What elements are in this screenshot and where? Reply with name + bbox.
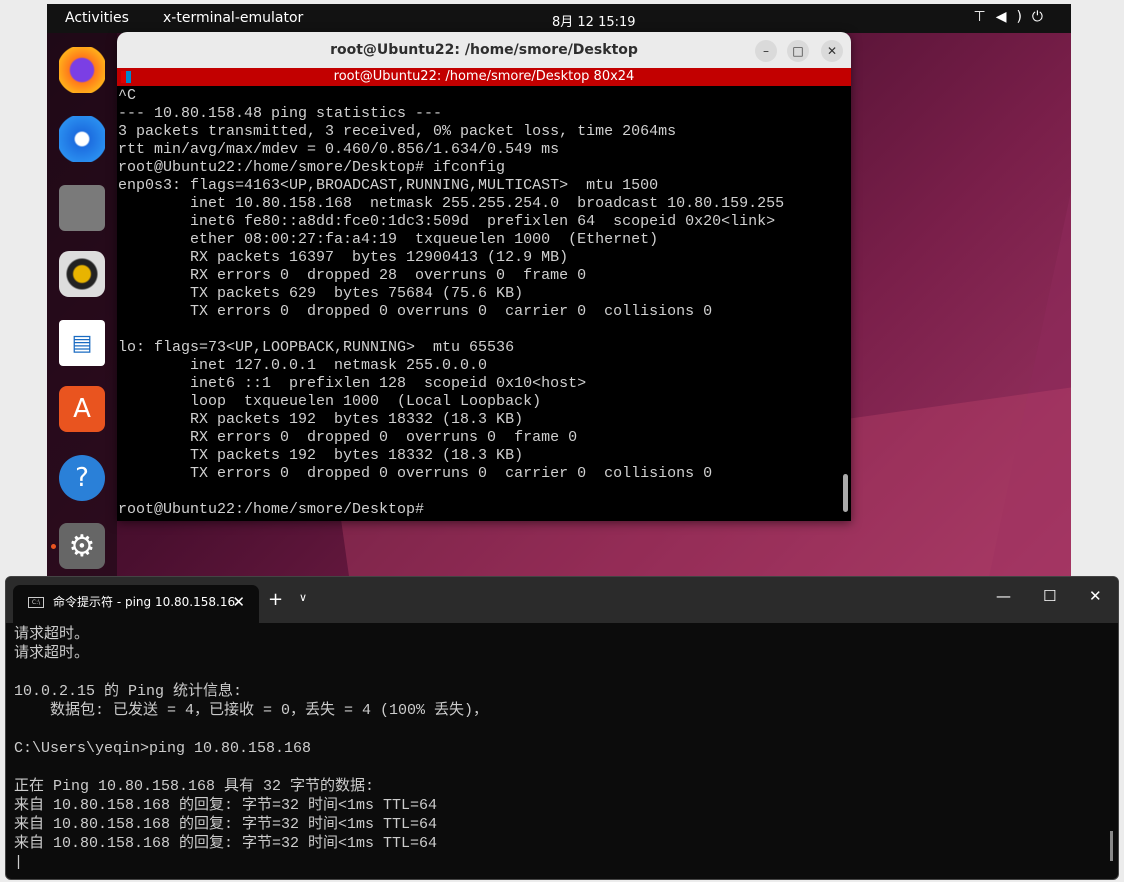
output-line: 来自 10.80.158.168 的回复: 字节=32 时间<1ms TTL=6… <box>14 797 438 814</box>
writer-icon[interactable]: ▤ <box>59 320 105 366</box>
output-line: 正在 Ping 10.80.158.168 具有 32 字节的数据: <box>14 778 375 795</box>
activities-button[interactable]: Activities <box>65 10 129 26</box>
dock: ▤ A ? ⚙ <box>47 33 117 578</box>
close-button[interactable]: ✕ <box>1089 587 1102 605</box>
terminal-output[interactable]: ^C --- 10.80.158.48 ping statistics --- 3 … <box>117 86 851 519</box>
output-line: ^C <box>118 87 137 104</box>
output-line: 数据包: 已发送 = 4，已接收 = 0，丢失 = 4 (100% 丢失)， <box>14 702 489 719</box>
output-line: root@Ubuntu22:/home/smore/Desktop# <box>118 501 425 518</box>
output-line: RX packets 192 bytes 18332 (18.3 KB) <box>118 411 524 428</box>
scrollbar[interactable] <box>843 474 848 512</box>
clock[interactable]: 8月 12 15:19 <box>552 11 636 30</box>
app-menu[interactable]: x-terminal-emulator <box>163 10 303 26</box>
close-button[interactable]: ✕ <box>821 40 843 62</box>
output-line: | <box>14 854 24 871</box>
xterm-titlebar: root@Ubuntu22: /home/smore/Desktop 80x24 <box>117 68 851 86</box>
settings-icon[interactable]: ⚙ <box>59 523 105 569</box>
output-line: root@Ubuntu22:/home/smore/Desktop# ifcon… <box>118 159 506 176</box>
output-line: 请求超时。 <box>14 626 90 643</box>
help-icon[interactable]: ? <box>59 455 105 501</box>
top-bar: Activities x-terminal-emulator 8月 12 15:… <box>47 4 1071 33</box>
dropdown-button[interactable]: ∨ <box>299 591 307 604</box>
output-line: lo: flags=73<UP,LOOPBACK,RUNNING> mtu 65… <box>118 339 515 356</box>
minimize-button[interactable]: – <box>755 40 777 62</box>
output-line: ether 08:00:27:fa:a4:19 txqueuelen 1000 … <box>118 231 659 248</box>
app-center-icon[interactable]: A <box>59 386 105 432</box>
minimize-button[interactable]: — <box>996 587 1011 605</box>
output-line: 来自 10.80.158.168 的回复: 字节=32 时间<1ms TTL=6… <box>14 816 438 833</box>
tab-title: 命令提示符 - ping 10.80.158.16 <box>53 595 236 609</box>
output-line: inet6 ::1 prefixlen 128 scopeid 0x10<hos… <box>118 375 587 392</box>
xterm-icon <box>121 71 131 83</box>
maximize-button[interactable]: ☐ <box>1043 587 1056 605</box>
terminal-titlebar[interactable]: root@Ubuntu22: /home/smore/Desktop – □ ✕ <box>117 32 851 68</box>
xterm-title: root@Ubuntu22: /home/smore/Desktop 80x24 <box>333 69 635 84</box>
output-line: RX errors 0 dropped 28 overruns 0 frame … <box>118 267 587 284</box>
new-tab-button[interactable]: + <box>268 589 283 610</box>
output-line: loop txqueuelen 1000 (Local Loopback) <box>118 393 542 410</box>
tab-cmd[interactable]: C:\ 命令提示符 - ping 10.80.158.16 ✕ <box>13 585 259 623</box>
output-line: RX packets 16397 bytes 12900413 (12.9 MB… <box>118 249 569 266</box>
output-line: inet6 fe80::a8dd:fce0:1dc3:509d prefixle… <box>118 213 776 230</box>
system-tray[interactable]: ⊤◀)⏻ <box>974 9 1054 25</box>
output-line: inet 127.0.0.1 netmask 255.0.0.0 <box>118 357 488 374</box>
firefox-icon[interactable] <box>59 47 105 93</box>
rhythmbox-icon[interactable] <box>59 251 105 297</box>
output-line: 3 packets transmitted, 3 received, 0% pa… <box>118 123 677 140</box>
output-line: 10.0.2.15 的 Ping 统计信息: <box>14 683 243 700</box>
close-tab-icon[interactable]: ✕ <box>232 585 245 619</box>
output-line: TX errors 0 dropped 0 overruns 0 carrier… <box>118 303 713 320</box>
output-line: C:\Users\yeqin>ping 10.80.158.168 <box>14 740 312 757</box>
thunderbird-icon[interactable] <box>59 116 105 162</box>
cmd-icon: C:\ <box>28 597 44 608</box>
terminal-window[interactable]: root@Ubuntu22: /home/smore/Desktop – □ ✕… <box>117 32 851 521</box>
maximize-button[interactable]: □ <box>787 40 809 62</box>
output-line: TX packets 192 bytes 18332 (18.3 KB) <box>118 447 524 464</box>
tab-bar: C:\ 命令提示符 - ping 10.80.158.16 ✕ + ∨ — ☐ ✕ <box>6 577 1118 623</box>
output-line: --- 10.80.158.48 ping statistics --- <box>118 105 443 122</box>
files-icon[interactable] <box>59 185 105 231</box>
output-line: 来自 10.80.158.168 的回复: 字节=32 时间<1ms TTL=6… <box>14 835 438 852</box>
scrollbar[interactable] <box>1110 831 1113 861</box>
window-title: root@Ubuntu22: /home/smore/Desktop <box>330 42 638 58</box>
cmd-output[interactable]: 请求超时。 请求超时。 10.0.2.15 的 Ping 统计信息: 数据包: 已发… <box>6 623 1118 872</box>
output-line: inet 10.80.158.168 netmask 255.255.254.0… <box>118 195 785 212</box>
output-line: RX errors 0 dropped 0 overruns 0 frame 0 <box>118 429 578 446</box>
output-line: enp0s3: flags=4163<UP,BROADCAST,RUNNING,… <box>118 177 659 194</box>
output-line: 请求超时。 <box>14 645 90 662</box>
output-line: TX errors 0 dropped 0 overruns 0 carrier… <box>118 465 713 482</box>
output-line: rtt min/avg/max/mdev = 0.460/0.856/1.634… <box>118 141 560 158</box>
cmd-window[interactable]: C:\ 命令提示符 - ping 10.80.158.16 ✕ + ∨ — ☐ ✕ … <box>5 576 1119 880</box>
running-indicator <box>51 544 56 549</box>
output-line: TX packets 629 bytes 75684 (75.6 KB) <box>118 285 524 302</box>
